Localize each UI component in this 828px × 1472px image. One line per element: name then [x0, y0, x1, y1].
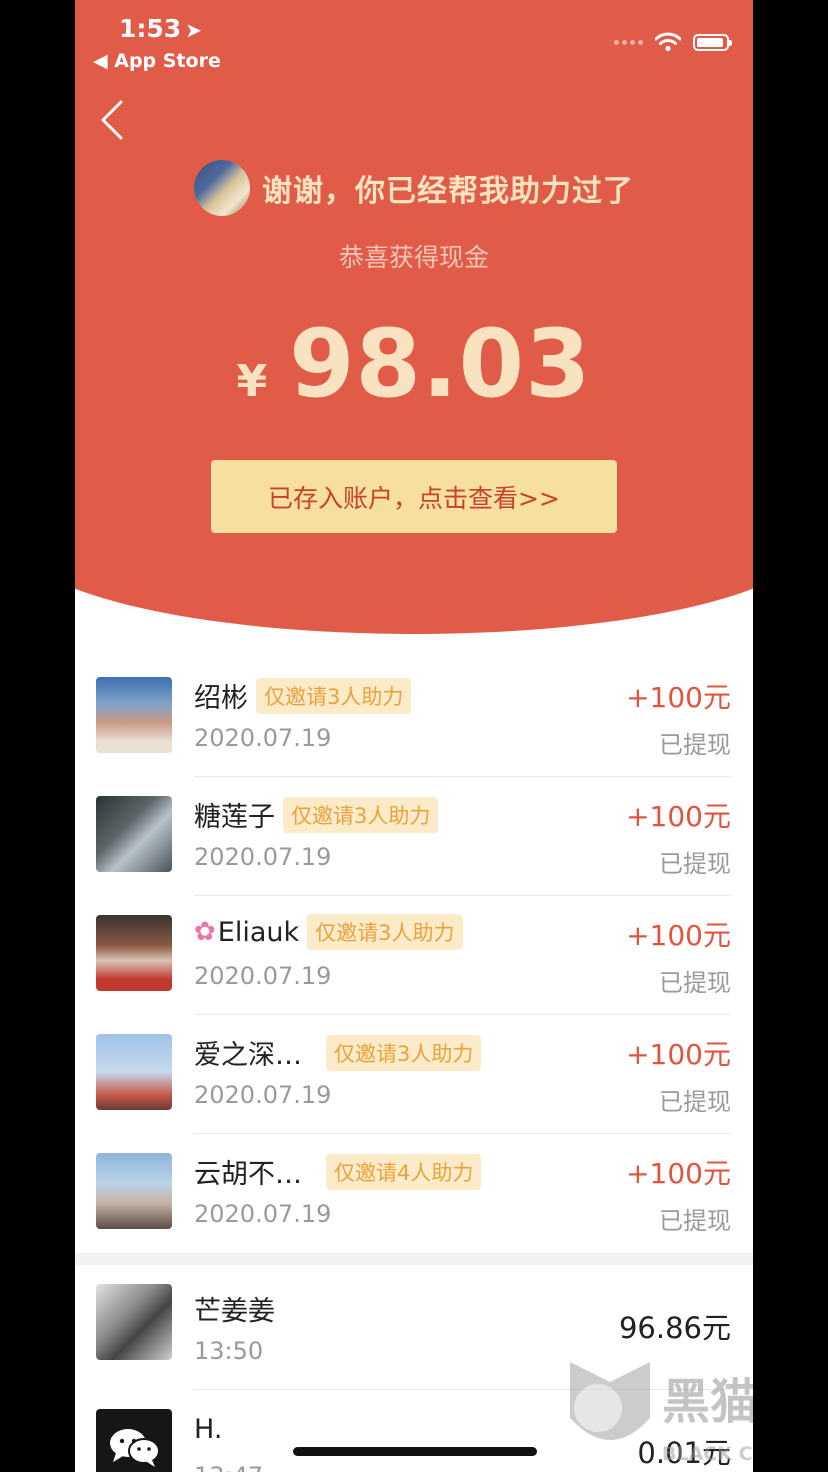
svg-text:黑猫: 黑猫	[662, 1374, 753, 1430]
chat-bubbles-icon	[110, 1429, 160, 1467]
cash-amount: ¥ 98.03	[75, 310, 753, 419]
avatar	[96, 1284, 172, 1360]
home-indicator	[293, 1447, 537, 1456]
status-icons	[614, 30, 732, 54]
black-cat-watermark: 黑猫 BLACK CAT	[570, 1362, 753, 1465]
list-item[interactable]: 爱之深… 仅邀请3人助力 2020.07.19 +100元 已提现	[75, 1015, 753, 1134]
battery-icon	[693, 33, 732, 51]
screen: 1:53 ➤ ◀ App Store 谢谢，你已经帮我助力过了 恭喜获得现金 ¥ …	[75, 0, 753, 1472]
avatar	[96, 796, 172, 872]
date: 2020.07.19	[194, 962, 332, 990]
date: 2020.07.19	[194, 843, 332, 871]
invite-badge: 仅邀请4人助力	[326, 1153, 482, 1190]
invite-list: 绍彬 仅邀请3人助力 2020.07.19 +100元 已提现 糖莲子 仅邀请3人助…	[75, 658, 753, 1472]
list-item[interactable]: 绍彬 仅邀请3人助力 2020.07.19 +100元 已提现	[75, 658, 753, 777]
flower-icon: ✿	[194, 917, 216, 947]
location-arrow-icon: ➤	[185, 18, 202, 42]
time: 13:50	[194, 1337, 264, 1365]
date: 2020.07.19	[194, 1081, 332, 1109]
user-name: Eliauk	[217, 916, 300, 948]
user-name: H.	[194, 1414, 223, 1445]
thanks-row: 谢谢，你已经帮我助力过了	[75, 160, 753, 216]
view-account-button[interactable]: 已存入账户，点击查看>>	[211, 460, 617, 533]
invite-badge: 仅邀请3人助力	[256, 677, 412, 714]
congrats-text: 恭喜获得现金	[338, 243, 489, 272]
withdraw-status: 已提现	[659, 1088, 731, 1116]
currency-symbol: ¥	[236, 356, 268, 407]
wifi-icon	[655, 32, 681, 52]
reward-amount: +100元	[626, 1157, 731, 1190]
withdraw-status: 已提现	[659, 731, 731, 759]
avatar	[96, 915, 172, 991]
record-amount: 96.86元	[618, 1311, 731, 1345]
date: 2020.07.19	[194, 724, 332, 752]
list-item[interactable]: 云胡不… 仅邀请4人助力 2020.07.19 +100元 已提现	[75, 1134, 753, 1253]
withdraw-status: 已提现	[659, 1207, 731, 1235]
reward-amount: +100元	[626, 800, 731, 833]
reward-amount: +100元	[626, 681, 731, 714]
withdraw-status: 已提现	[659, 850, 731, 878]
invite-badge: 仅邀请3人助力	[283, 796, 439, 833]
avatar	[96, 1034, 172, 1110]
thanks-text: 谢谢，你已经帮我助力过了	[262, 174, 634, 209]
date: 2020.07.19	[194, 1200, 332, 1228]
back-to-app-store[interactable]: ◀ App Store	[93, 50, 221, 72]
time: 13:47	[194, 1462, 263, 1472]
signal-icon	[614, 39, 643, 45]
user-name: 云胡不…	[194, 1159, 302, 1190]
invite-badge: 仅邀请3人助力	[307, 914, 463, 950]
inviter-avatar	[194, 160, 250, 216]
amount-value: 98.03	[289, 310, 592, 419]
withdraw-status: 已提现	[659, 969, 731, 997]
user-name: 绍彬	[194, 683, 248, 714]
user-name: 爱之深…	[194, 1040, 302, 1071]
avatar	[96, 1153, 172, 1229]
avatar	[96, 1409, 172, 1472]
back-app-label: App Store	[114, 50, 221, 72]
avatar	[96, 677, 172, 753]
section-gap	[75, 1253, 753, 1265]
back-chevron-icon[interactable]	[99, 100, 139, 140]
user-name: 糖莲子	[194, 802, 275, 833]
status-time: 1:53 ➤	[119, 14, 202, 43]
invite-badge: 仅邀请3人助力	[326, 1034, 482, 1071]
reward-amount: +100元	[626, 919, 731, 952]
svg-text:BLACK CAT: BLACK CAT	[662, 1443, 753, 1465]
list-item[interactable]: ✿ Eliauk 仅邀请3人助力 2020.07.19 +100元 已提现	[75, 896, 753, 1015]
user-name: 芒姜姜	[194, 1296, 275, 1327]
reward-amount: +100元	[626, 1038, 731, 1071]
list-item[interactable]: 糖莲子 仅邀请3人助力 2020.07.19 +100元 已提现	[75, 777, 753, 896]
